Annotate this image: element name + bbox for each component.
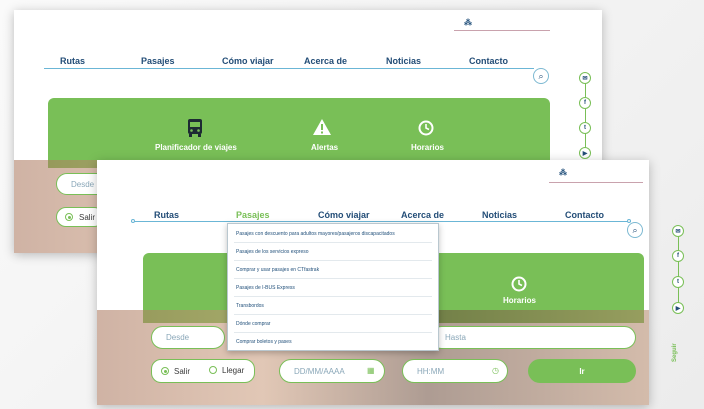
arrive-label: Llegar bbox=[222, 366, 245, 375]
search-icon[interactable]: ⌕ bbox=[627, 222, 643, 238]
dropdown-item[interactable]: Pasajes de los servicios expreso bbox=[236, 249, 309, 255]
top-divider bbox=[549, 182, 643, 183]
nav-como-viajar[interactable]: Cómo viajar bbox=[222, 56, 274, 66]
from-field[interactable]: Desde bbox=[151, 326, 225, 349]
youtube-icon[interactable]: ▶ bbox=[672, 302, 684, 314]
back-email-icon[interactable]: ✉ bbox=[579, 72, 591, 84]
search-icon[interactable]: ⌕ bbox=[533, 68, 549, 84]
clock-icon[interactable] bbox=[418, 120, 434, 141]
nav-pasajes[interactable]: Pasajes bbox=[141, 56, 175, 66]
nav-acerca-de[interactable]: Acerca de bbox=[304, 56, 347, 66]
depart-radio[interactable] bbox=[161, 367, 169, 375]
tab-horarios[interactable]: Horarios bbox=[411, 143, 444, 152]
back-facebook-icon[interactable]: f bbox=[579, 97, 591, 109]
translate-icon[interactable]: ⁂ bbox=[464, 18, 472, 27]
top-divider bbox=[454, 30, 550, 31]
depart-label: Salir bbox=[174, 367, 191, 376]
alert-icon[interactable] bbox=[312, 118, 332, 141]
nav-contacto[interactable]: Contacto bbox=[565, 210, 604, 220]
dropdown-item[interactable]: Pasajes con descuento para adultos mayor… bbox=[236, 231, 395, 237]
back-twitter-icon[interactable]: t bbox=[579, 122, 591, 134]
dropdown-item[interactable]: Dónde comprar bbox=[236, 321, 270, 327]
nav-noticias[interactable]: Noticias bbox=[386, 56, 421, 66]
nav-contacto[interactable]: Contacto bbox=[469, 56, 508, 66]
facebook-icon[interactable]: f bbox=[672, 250, 684, 262]
twitter-icon[interactable]: t bbox=[672, 276, 684, 288]
clock-icon[interactable] bbox=[511, 276, 527, 297]
dropdown-item[interactable]: Pasajes de I-BUS Express bbox=[236, 285, 295, 291]
nav-pasajes[interactable]: Pasajes bbox=[236, 210, 270, 220]
dropdown-item[interactable]: Transbordos bbox=[236, 303, 264, 309]
nav-rutas[interactable]: Rutas bbox=[60, 56, 85, 66]
tab-alertas[interactable]: Alertas bbox=[311, 143, 338, 152]
bus-icon[interactable] bbox=[186, 118, 204, 143]
to-field[interactable]: Hasta bbox=[430, 326, 636, 349]
time-icon[interactable]: ◷ bbox=[492, 366, 499, 375]
trip-panel bbox=[48, 98, 550, 168]
dropdown-item[interactable]: Comprar y usar pasajes en CTfastrak bbox=[236, 267, 319, 273]
back-social-line bbox=[585, 82, 586, 154]
date-placeholder: DD/MM/AAAA bbox=[294, 366, 345, 376]
pasajes-dropdown: Pasajes con descuento para adultos mayor… bbox=[227, 223, 439, 351]
dropdown-separator bbox=[234, 296, 432, 297]
back-youtube-icon[interactable]: ▶ bbox=[579, 147, 591, 159]
go-button[interactable]: Ir bbox=[528, 359, 636, 383]
back-depart-radio[interactable] bbox=[65, 213, 73, 221]
nav-line bbox=[44, 68, 534, 69]
dropdown-separator bbox=[234, 278, 432, 279]
dropdown-separator bbox=[234, 242, 432, 243]
tab-horarios[interactable]: Horarios bbox=[503, 296, 536, 305]
dropdown-item[interactable]: Comprar boletos y pases bbox=[236, 339, 292, 345]
nav-acerca-de[interactable]: Acerca de bbox=[401, 210, 444, 220]
email-icon[interactable]: ✉ bbox=[672, 225, 684, 237]
follow-label: Seguir bbox=[672, 343, 678, 362]
tab-planificador[interactable]: Planificador de viajes bbox=[155, 143, 237, 152]
translate-icon[interactable]: ⁂ bbox=[559, 168, 567, 177]
dropdown-separator bbox=[234, 260, 432, 261]
dropdown-separator bbox=[234, 332, 432, 333]
social-line bbox=[678, 232, 679, 312]
nav-noticias[interactable]: Noticias bbox=[482, 210, 517, 220]
back-depart-label: Salir bbox=[79, 213, 96, 222]
calendar-icon[interactable]: ▦ bbox=[367, 366, 375, 375]
dropdown-separator bbox=[234, 314, 432, 315]
nav-como-viajar[interactable]: Cómo viajar bbox=[318, 210, 370, 220]
nav-rutas[interactable]: Rutas bbox=[154, 210, 179, 220]
time-placeholder: HH:MM bbox=[417, 366, 445, 376]
nav-line bbox=[131, 221, 631, 222]
arrive-radio[interactable] bbox=[209, 366, 217, 374]
nav-dot bbox=[131, 219, 135, 223]
